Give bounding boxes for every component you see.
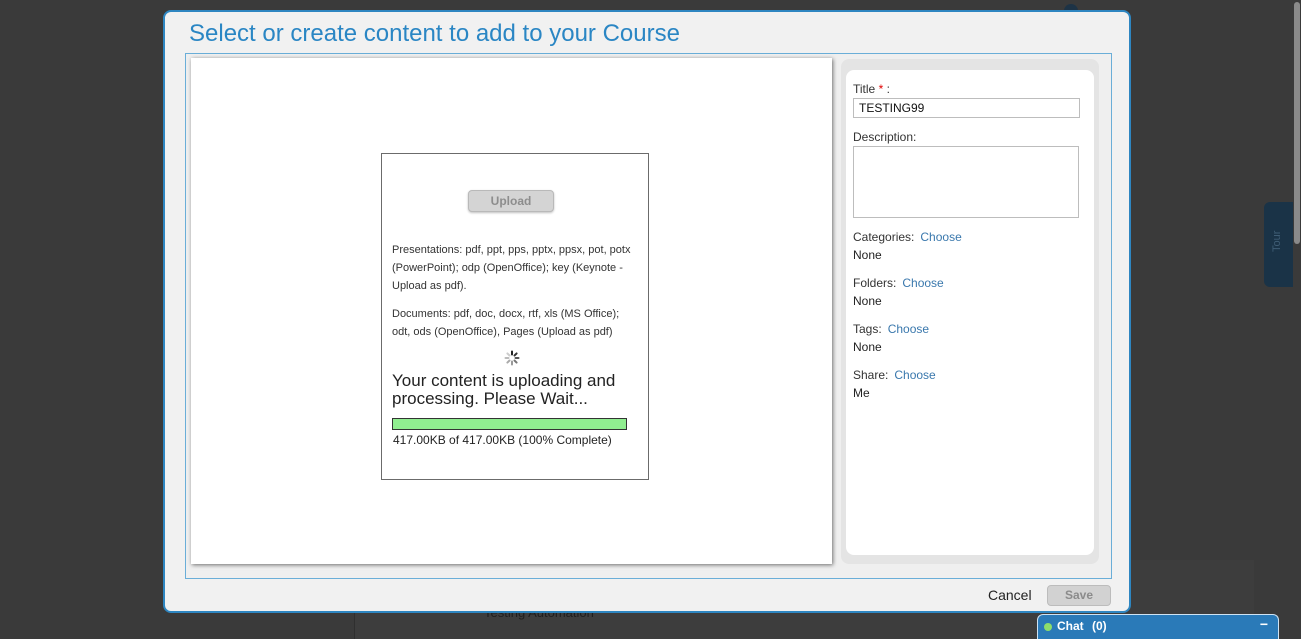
title-label: Title * : [853, 82, 890, 96]
dialog-body: Upload Presentations: pdf, ppt, pps, ppt… [185, 53, 1112, 579]
description-label: Description: [853, 130, 917, 144]
tour-tab-label: Tour [1271, 230, 1283, 252]
share-choose-link[interactable]: Choose [894, 368, 935, 382]
categories-choose-link[interactable]: Choose [920, 230, 961, 244]
chat-unread-count: (0) [1092, 619, 1107, 633]
tags-value: None [853, 340, 882, 354]
title-field[interactable] [853, 98, 1080, 118]
upload-button[interactable]: Upload [468, 190, 554, 212]
tags-label: Tags: Choose [853, 322, 930, 336]
content-preview-pane: Upload Presentations: pdf, ppt, pps, ppt… [191, 58, 832, 564]
minimize-icon[interactable]: − [1260, 616, 1268, 632]
document-formats-text: Documents: pdf, doc, docx, rtf, xls (MS … [392, 308, 620, 338]
chat-label: Chat [1057, 619, 1084, 633]
content-details-form: Title * : Description: Categories:Choose… [846, 70, 1094, 555]
categories-value: None [853, 248, 882, 262]
upload-panel: Upload Presentations: pdf, ppt, pps, ppt… [381, 153, 649, 480]
folders-label: Folders: Choose [853, 276, 944, 290]
tags-choose-link[interactable]: Choose [888, 322, 929, 336]
chat-bar[interactable]: Chat (0) − [1037, 614, 1279, 639]
content-details-panel: Title * : Description: Categories:Choose… [841, 59, 1099, 564]
page-scrollbar[interactable] [1293, 0, 1301, 639]
share-label: Share: Choose [853, 368, 936, 382]
cancel-button[interactable]: Cancel [988, 587, 1032, 603]
share-value: Me [853, 386, 870, 400]
save-button[interactable]: Save [1047, 585, 1111, 606]
scrollbar-thumb[interactable] [1294, 2, 1300, 244]
upload-progress-fill [393, 419, 626, 429]
folders-choose-link[interactable]: Choose [902, 276, 943, 290]
upload-status-message: Your content is uploading and processing… [392, 371, 616, 408]
add-content-dialog: Select or create content to add to your … [163, 10, 1131, 613]
folders-value: None [853, 294, 882, 308]
categories-label: Categories: Choose [853, 230, 962, 244]
upload-progress-text: 417.00KB of 417.00KB (100% Complete) [393, 433, 612, 447]
dialog-title: Select or create content to add to your … [189, 20, 680, 47]
loading-spinner-icon [504, 350, 520, 366]
chat-status-icon [1044, 623, 1052, 631]
description-field[interactable] [853, 146, 1079, 218]
presentation-formats-text: Presentations: pdf, ppt, pps, pptx, ppsx… [392, 244, 631, 292]
upload-progress-bar [392, 418, 627, 430]
